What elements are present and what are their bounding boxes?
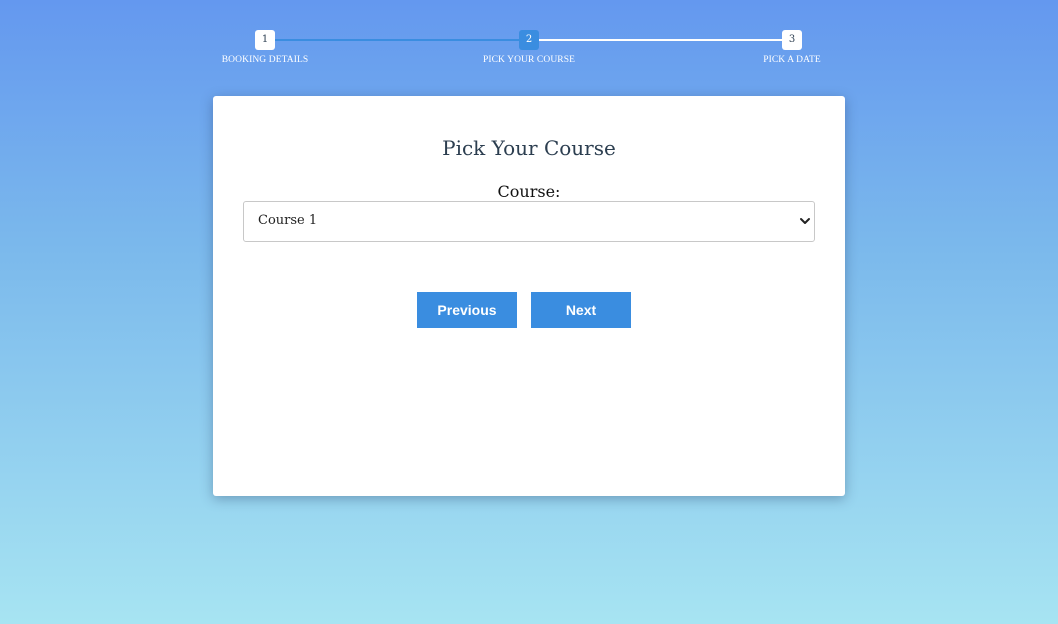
course-select[interactable]: Course 1 <box>243 201 815 242</box>
next-button[interactable]: Next <box>531 292 631 328</box>
step-label: PICK YOUR COURSE <box>482 55 576 65</box>
course-field-label: Course: <box>497 182 561 201</box>
previous-button[interactable]: Previous <box>417 292 517 328</box>
step-label: PICK A DATE <box>763 55 821 65</box>
step-number: 1 <box>255 30 275 50</box>
course-select-value: Course 1 <box>258 213 318 228</box>
page-title: Pick Your Course <box>442 136 616 160</box>
step-pick-a-date: 3 PICK A DATE <box>712 30 872 65</box>
step-booking-details: 1 BOOKING DETAILS <box>185 30 345 65</box>
step-pick-your-course: 2 PICK YOUR COURSE <box>449 30 609 65</box>
step-number: 2 <box>519 30 539 50</box>
course-form-card: Pick Your Course Course: Course 1 Previo… <box>213 96 845 496</box>
progress-bar: 1 BOOKING DETAILS 2 PICK YOUR COURSE 3 P… <box>0 0 1058 80</box>
step-number: 3 <box>782 30 802 50</box>
step-label: BOOKING DETAILS <box>221 55 309 65</box>
chevron-down-icon <box>800 218 810 224</box>
